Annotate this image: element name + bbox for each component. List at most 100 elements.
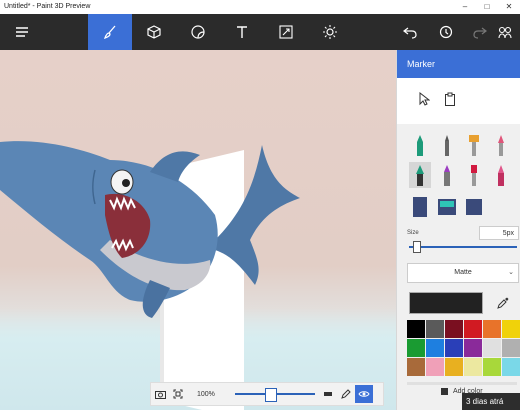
fit-to-screen-icon <box>173 389 183 399</box>
oil-brush[interactable] <box>463 132 485 158</box>
text-icon <box>237 26 247 38</box>
palette-swatch[interactable] <box>464 320 482 338</box>
eye-icon <box>358 391 370 397</box>
3d-view-icon <box>324 392 332 396</box>
main-toolbar <box>0 14 520 50</box>
eraser-brush[interactable] <box>409 194 431 220</box>
palette-swatch[interactable] <box>407 339 425 357</box>
text-tool[interactable] <box>220 14 264 50</box>
paste-button[interactable] <box>441 90 459 108</box>
marker-icon <box>417 135 423 156</box>
size-input[interactable]: 5px <box>479 226 519 240</box>
chevron-down-icon: ⌄ <box>508 269 514 276</box>
eraser-icon <box>413 197 427 217</box>
notification-toast: 3 dias atrá <box>462 393 520 410</box>
palette-swatch[interactable] <box>407 358 425 376</box>
close-button[interactable]: ✕ <box>498 0 520 14</box>
eyedropper-button[interactable] <box>495 295 511 311</box>
view-toolbar: 100% <box>150 382 384 406</box>
watercolor-icon <box>498 135 504 156</box>
eyedropper-icon <box>497 297 509 309</box>
pixel-pen-icon <box>471 165 477 186</box>
effects-tool[interactable] <box>308 14 352 50</box>
history-icon <box>439 25 453 39</box>
camera-button[interactable] <box>151 385 169 403</box>
finish-dropdown[interactable]: Matte ⌄ <box>407 263 519 283</box>
remix-icon <box>498 26 512 39</box>
palette-swatch[interactable] <box>502 339 520 357</box>
palette-swatch[interactable] <box>445 339 463 357</box>
fill-brush[interactable] <box>436 194 458 220</box>
palette-swatch[interactable] <box>426 358 444 376</box>
solid-fill-icon <box>466 199 482 215</box>
canvas-tool[interactable] <box>264 14 308 50</box>
size-slider-knob[interactable] <box>413 241 421 253</box>
palette-swatch[interactable] <box>407 320 425 338</box>
pencil-brush[interactable] <box>436 132 458 158</box>
calligraphy-pen-icon <box>416 165 424 186</box>
palette-swatch[interactable] <box>445 358 463 376</box>
view-mode-button[interactable] <box>355 385 373 403</box>
add-color-icon <box>441 388 448 395</box>
select-button[interactable] <box>415 90 433 108</box>
spray-can-icon <box>498 165 504 186</box>
palette-swatch[interactable] <box>426 320 444 338</box>
zoom-level: 100% <box>197 390 215 398</box>
minimize-button[interactable]: – <box>454 0 476 14</box>
color-palette <box>407 320 520 380</box>
window-title: Untitled* - Paint 3D Preview <box>4 3 91 10</box>
panel-tools-row <box>397 78 520 124</box>
stickers-tool[interactable] <box>176 14 220 50</box>
size-slider[interactable] <box>409 246 517 248</box>
fit-view-button[interactable] <box>169 385 187 403</box>
effects-icon <box>323 25 337 39</box>
pencil-tool-icon <box>445 135 449 156</box>
solid-fill-brush[interactable] <box>463 194 485 220</box>
spray-brush[interactable] <box>490 162 512 188</box>
pencil-icon <box>341 389 351 399</box>
palette-swatch[interactable] <box>445 320 463 338</box>
title-bar: Untitled* - Paint 3D Preview – □ ✕ <box>0 0 520 14</box>
undo-icon <box>403 27 417 39</box>
palette-swatch[interactable] <box>502 358 520 376</box>
remix-button[interactable] <box>490 14 520 50</box>
zoom-slider[interactable] <box>235 388 315 402</box>
sticker-icon <box>191 25 205 39</box>
brushes-panel: Marker Size 5px Matte ⌄ Add color <box>396 50 520 410</box>
palette-swatch[interactable] <box>464 358 482 376</box>
pixel-pen-brush[interactable] <box>463 162 485 188</box>
palette-divider <box>407 382 517 385</box>
maximize-button[interactable]: □ <box>476 0 498 14</box>
shark-3d-model[interactable] <box>0 120 330 320</box>
cursor-icon <box>419 92 430 106</box>
zoom-slider-knob[interactable] <box>265 388 277 402</box>
palette-swatch[interactable] <box>483 339 501 357</box>
oil-brush-icon <box>469 135 479 156</box>
brushes-tool[interactable] <box>88 14 132 50</box>
panel-title: Marker <box>397 50 520 78</box>
calligraphy-brush[interactable] <box>409 162 431 188</box>
draw-mode-button[interactable] <box>337 385 355 403</box>
brush-grid <box>405 132 515 232</box>
palette-swatch[interactable] <box>426 339 444 357</box>
palette-swatch[interactable] <box>483 320 501 338</box>
marker-brush[interactable] <box>409 132 431 158</box>
palette-swatch[interactable] <box>502 320 520 338</box>
cube-icon <box>147 25 161 39</box>
watercolor-brush[interactable] <box>490 132 512 158</box>
size-label: Size <box>407 230 419 236</box>
menu-button[interactable] <box>0 14 44 50</box>
crayon-brush[interactable] <box>436 162 458 188</box>
palette-swatch[interactable] <box>464 339 482 357</box>
camera-icon <box>154 390 166 399</box>
palette-swatch[interactable] <box>483 358 501 376</box>
menu-icon <box>16 27 28 37</box>
drawing-canvas[interactable] <box>0 50 396 410</box>
redo-icon <box>473 27 487 39</box>
clipboard-icon <box>445 92 455 106</box>
fill-bucket-icon <box>438 199 456 215</box>
brush-icon <box>103 25 116 40</box>
current-color-swatch[interactable] <box>409 292 483 314</box>
3d-shapes-tool[interactable] <box>132 14 176 50</box>
3d-view-button[interactable] <box>319 385 337 403</box>
